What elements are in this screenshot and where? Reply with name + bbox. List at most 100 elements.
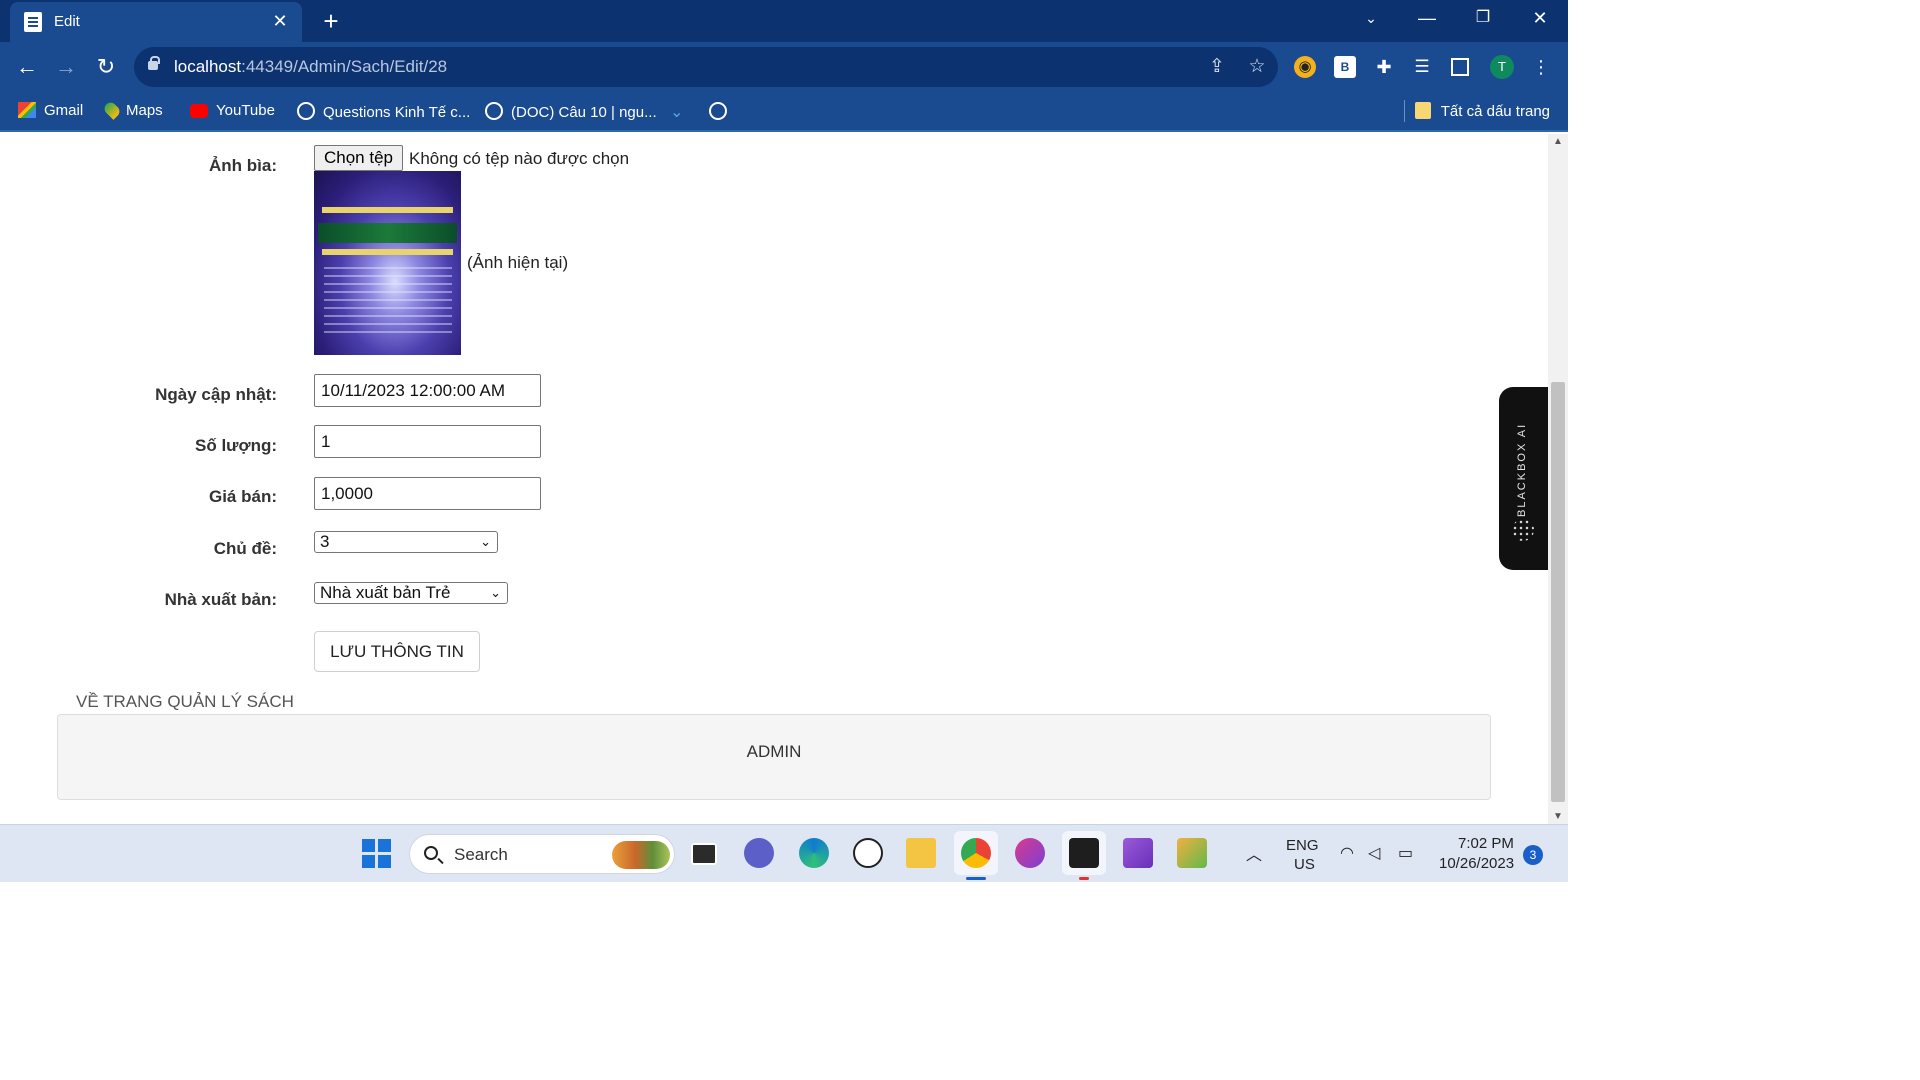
windows-start-icon[interactable] <box>362 839 391 868</box>
current-image-caption: (Ảnh hiện tại) <box>467 253 569 272</box>
file-status: Không có tệp nào được chọn <box>409 149 630 168</box>
language-bottom[interactable]: US <box>1294 856 1315 873</box>
page-scrollbar[interactable]: ▲ ▼ <box>1548 134 1568 824</box>
clock-date[interactable]: 10/26/2023 <box>1439 855 1514 872</box>
minimize-icon[interactable]: — <box>1407 6 1447 30</box>
wifi-icon[interactable]: ◠ <box>1340 843 1354 863</box>
folder-icon <box>1414 102 1431 119</box>
edge-icon[interactable] <box>799 838 829 868</box>
back-to-books-link[interactable]: VỀ TRANG QUẢN LÝ SÁCH <box>76 692 294 712</box>
browser-toolbar: ← → ↻ localhost:44349/Admin/Sach/Edit/28… <box>0 42 1568 92</box>
side-panel-icon[interactable] <box>1451 58 1469 76</box>
bookmark-gmail[interactable]: Gmail <box>18 102 83 119</box>
topic-selected-value: 3 <box>320 532 330 551</box>
admin-footer: ADMIN <box>57 714 1491 800</box>
clock-time[interactable]: 7:02 PM <box>1458 835 1514 852</box>
lock-icon <box>148 56 160 70</box>
bookmark-star-icon[interactable]: ☆ <box>1245 55 1269 78</box>
new-tab-button[interactable]: + <box>318 6 344 36</box>
search-placeholder: Search <box>454 845 508 864</box>
chevron-down-icon: ⌄ <box>480 534 491 549</box>
globe-icon <box>709 102 727 120</box>
app-running-indicator <box>1079 877 1089 880</box>
extension-icon[interactable]: ◉ <box>1294 56 1316 78</box>
save-button[interactable]: LƯU THÔNG TIN <box>314 631 480 672</box>
quantity-label: Số lượng: <box>195 436 277 455</box>
windows-taskbar: Search ︿ ENG US ◠ ◁ ▭ 7:02 PM 10/26/2023… <box>0 824 1568 882</box>
wps-icon[interactable] <box>1015 838 1045 868</box>
volume-icon[interactable]: ◁ <box>1368 843 1380 863</box>
extensions-puzzle-icon[interactable]: ✚ <box>1373 56 1395 78</box>
reload-icon[interactable]: ↻ <box>92 54 120 82</box>
chrome-running-indicator <box>966 877 986 880</box>
bookmark-youtube[interactable]: YouTube <box>190 102 275 119</box>
share-icon[interactable]: ⇪ <box>1205 55 1229 78</box>
blackbox-ai-label: BLACKBOX AI <box>1516 422 1528 517</box>
restore-icon[interactable]: ❐ <box>1463 6 1503 30</box>
search-highlight-icon <box>612 841 670 869</box>
search-icon <box>424 846 438 860</box>
tab-search-chevron-icon[interactable]: ⌄ <box>1351 6 1391 30</box>
bookmarks-bar: Gmail Maps YouTube Questions Kinh Tế c..… <box>0 92 1568 132</box>
book-cover-image <box>314 171 461 355</box>
maps-icon <box>102 100 122 120</box>
teams-chat-icon[interactable] <box>744 838 774 868</box>
back-arrow-icon[interactable]: ← <box>13 54 41 82</box>
browser-tab[interactable]: Edit ✕ <box>10 2 302 42</box>
notification-badge[interactable]: 3 <box>1523 845 1543 865</box>
globe-icon <box>485 102 503 120</box>
battery-icon[interactable]: ▭ <box>1398 843 1413 863</box>
scroll-up-icon[interactable]: ▲ <box>1548 136 1568 147</box>
updated-date-label: Ngày cập nhật: <box>155 385 277 404</box>
address-bar[interactable]: localhost:44349/Admin/Sach/Edit/28 ⇪ ☆ <box>134 47 1278 87</box>
dell-icon[interactable] <box>853 838 883 868</box>
screen: Edit ✕ + ⌄ — ❐ ✕ ← → ↻ localhost:44349/A… <box>0 0 1568 882</box>
chrome-icon[interactable] <box>961 838 991 868</box>
blackbox-ai-panel[interactable]: BLACKBOX AI <box>1499 387 1548 570</box>
close-window-icon[interactable]: ✕ <box>1520 6 1560 30</box>
bookmark-bird-icon[interactable]: ⌄ <box>670 102 683 122</box>
globe-icon <box>297 102 315 120</box>
menu-dots-icon[interactable]: ⋮ <box>1530 56 1552 78</box>
quantity-input[interactable] <box>314 425 541 458</box>
bookmark-doc[interactable]: (DOC) Câu 10 | ngu... <box>485 102 657 121</box>
visual-studio-icon[interactable] <box>1123 838 1153 868</box>
waveform-app-icon[interactable] <box>1069 838 1099 868</box>
updated-date-input[interactable] <box>314 374 541 407</box>
choose-file-button[interactable]: Chọn tệp <box>314 145 403 171</box>
scroll-down-icon[interactable]: ▼ <box>1548 811 1568 822</box>
publisher-selected-value: Nhà xuất bản Trẻ <box>320 583 451 602</box>
tools-app-icon[interactable] <box>1177 838 1207 868</box>
scroll-thumb[interactable] <box>1551 382 1565 802</box>
blackbox-logo-icon <box>1512 519 1534 541</box>
price-label: Giá bán: <box>208 487 277 506</box>
topic-select[interactable]: 3 ⌄ <box>314 531 498 553</box>
publisher-label: Nhà xuất bản: <box>164 590 277 609</box>
extension-b-icon[interactable]: B <box>1334 56 1356 78</box>
youtube-icon <box>190 104 208 118</box>
media-control-icon[interactable]: ☰ <box>1411 56 1433 78</box>
gmail-icon <box>18 102 36 118</box>
page-favicon-icon <box>24 12 42 32</box>
tab-title: Edit <box>54 13 80 30</box>
language-top[interactable]: ENG <box>1286 837 1319 854</box>
profile-avatar[interactable]: T <box>1490 55 1514 79</box>
url-text: localhost:44349/Admin/Sach/Edit/28 <box>174 57 448 76</box>
chevron-down-icon: ⌄ <box>490 585 501 600</box>
price-input[interactable] <box>314 477 541 510</box>
close-tab-icon[interactable]: ✕ <box>268 9 292 33</box>
bookmarks-divider <box>1404 100 1405 122</box>
taskbar-search[interactable]: Search <box>409 834 675 874</box>
publisher-select[interactable]: Nhà xuất bản Trẻ ⌄ <box>314 582 508 604</box>
cover-label: Ảnh bìa: <box>209 156 277 175</box>
all-bookmarks[interactable]: Tất cả dấu trang <box>1414 102 1550 120</box>
forward-arrow-icon[interactable]: → <box>52 54 80 82</box>
bookmark-globe[interactable] <box>709 102 735 121</box>
bookmark-questions[interactable]: Questions Kinh Tế c... <box>297 102 470 121</box>
topic-label: Chủ đề: <box>213 539 277 558</box>
file-explorer-icon[interactable] <box>906 838 936 868</box>
chevron-up-icon[interactable]: ︿ <box>1246 841 1262 865</box>
task-view-icon[interactable] <box>691 843 717 865</box>
bookmark-maps[interactable]: Maps <box>102 100 163 120</box>
page-viewport: Ảnh bìa: Chọn tệp Không có tệp nào được … <box>0 134 1548 824</box>
